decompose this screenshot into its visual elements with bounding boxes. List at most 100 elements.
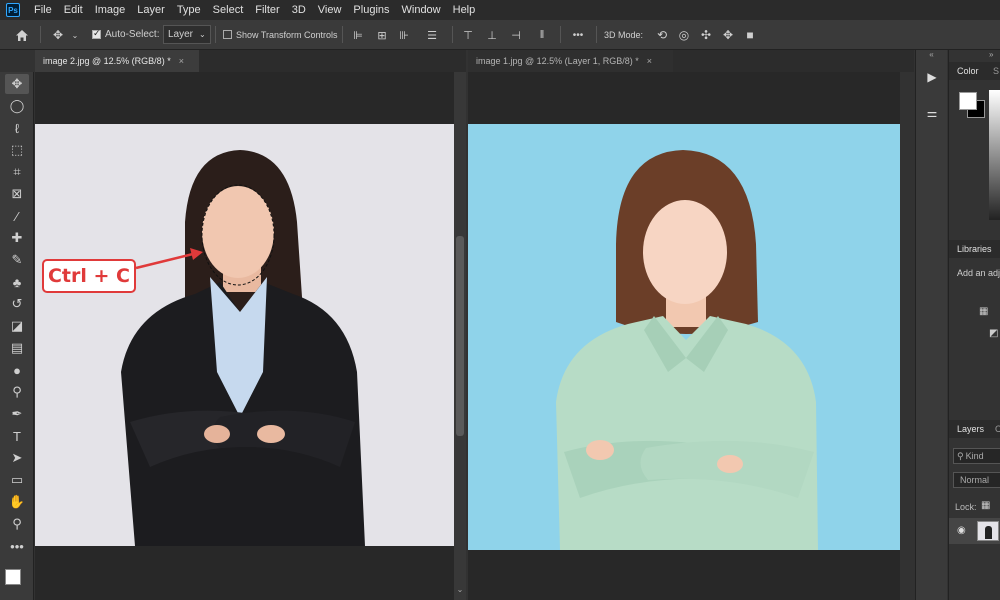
menu-help[interactable]: Help [447, 0, 482, 20]
doc1-tab-row: image 2.jpg @ 12.5% (RGB/8) * × [35, 50, 466, 72]
quick-selection-tool-icon[interactable]: ⬚ [5, 140, 29, 160]
tab-libraries[interactable]: Libraries [957, 244, 992, 254]
tab-image-2[interactable]: image 2.jpg @ 12.5% (RGB/8) * × [35, 50, 199, 72]
blur-tool-icon[interactable]: ● [5, 360, 29, 380]
align-top-icon[interactable]: ⊤ [460, 26, 476, 44]
face-shape [202, 186, 274, 278]
tab-title: image 1.jpg @ 12.5% (Layer 1, RGB/8) * [476, 56, 639, 66]
align-right-icon[interactable]: ⊪ [396, 26, 412, 44]
distribute-icon[interactable]: ☰ [424, 26, 440, 44]
blend-mode-dropdown[interactable]: Normal [953, 472, 1000, 488]
adjustment-levels-icon[interactable]: ▦ [979, 306, 993, 318]
tab-image-1[interactable]: image 1.jpg @ 12.5% (Layer 1, RGB/8) * × [468, 50, 673, 72]
clone-stamp-tool-icon[interactable]: ♣ [5, 272, 29, 292]
align-center-icon[interactable]: ⊞ [374, 26, 390, 44]
kind-placeholder: Kind [965, 451, 984, 461]
healing-brush-tool-icon[interactable]: ✚ [5, 228, 29, 248]
type-tool-icon[interactable]: T [5, 426, 29, 446]
3d-orbit-icon[interactable]: ⟲ [653, 26, 671, 44]
gradient-tool-icon[interactable]: ▤ [5, 338, 29, 358]
collapse-panels-icon[interactable]: » [989, 50, 1000, 62]
dodge-tool-icon[interactable]: ⚲ [5, 382, 29, 402]
distribute-vertical-icon[interactable]: ‖ [534, 26, 550, 44]
menu-file[interactable]: File [28, 0, 58, 20]
menu-plugins[interactable]: Plugins [347, 0, 395, 20]
auto-select-target-dropdown[interactable]: Layer ⌄ [163, 25, 211, 44]
3d-roll-icon[interactable]: ◎ [675, 26, 693, 44]
lasso-tool-icon[interactable]: ℓ [5, 118, 29, 138]
show-transform-controls-checkbox[interactable]: Show Transform Controls [223, 20, 338, 49]
scrollbar-thumb[interactable] [456, 236, 464, 436]
menu-filter[interactable]: Filter [249, 0, 285, 20]
collapse-panels-icon[interactable]: « [916, 50, 947, 62]
move-tool-icon[interactable]: ✥ [48, 26, 68, 44]
rectangle-tool-icon[interactable]: ▭ [5, 470, 29, 490]
menu-bar: Ps File Edit Image Layer Type Select Fil… [0, 0, 1000, 20]
menu-image[interactable]: Image [89, 0, 132, 20]
close-icon[interactable]: × [647, 56, 652, 66]
tab-color[interactable]: Color [957, 66, 979, 76]
shirt-shape [556, 316, 818, 550]
menu-layer[interactable]: Layer [131, 0, 171, 20]
move-tool-icon[interactable]: ✥ [5, 74, 29, 94]
lock-transparency-icon[interactable]: ▦ [981, 500, 993, 512]
adjustment-curves-icon[interactable]: ◩ [989, 328, 1000, 340]
home-icon[interactable] [12, 26, 32, 44]
history-brush-tool-icon[interactable]: ↺ [5, 294, 29, 314]
auto-select-checkbox[interactable]: Auto-Select: [92, 20, 159, 49]
mode-3d-label: 3D Mode: [604, 29, 644, 40]
crop-tool-icon[interactable]: ⌗ [5, 162, 29, 182]
more-options-icon[interactable]: ••• [568, 26, 588, 44]
3d-camera-icon[interactable]: ■ [741, 26, 759, 44]
3d-slide-icon[interactable]: ✥ [719, 26, 737, 44]
menu-view[interactable]: View [312, 0, 348, 20]
frame-tool-icon[interactable]: ⊠ [5, 184, 29, 204]
color-gradient-strip[interactable] [989, 90, 1000, 220]
align-left-icon[interactable]: ⊫ [350, 26, 366, 44]
tab-layers[interactable]: Layers [957, 424, 984, 434]
doc1-canvas[interactable] [35, 72, 454, 600]
checkbox-unchecked-icon [223, 30, 232, 39]
tab-title: image 2.jpg @ 12.5% (RGB/8) * [43, 56, 171, 66]
lock-label: Lock: [955, 502, 977, 512]
path-selection-tool-icon[interactable]: ➤ [5, 448, 29, 468]
menu-edit[interactable]: Edit [58, 0, 89, 20]
doc1-vertical-scrollbar[interactable]: ⌄ [454, 72, 466, 600]
eraser-tool-icon[interactable]: ◪ [5, 316, 29, 336]
adjustments-sliders-icon[interactable]: ⚌ [922, 102, 942, 124]
menu-type[interactable]: Type [171, 0, 207, 20]
elliptical-marquee-tool-icon[interactable]: ◯ [5, 96, 29, 116]
menu-select[interactable]: Select [207, 0, 250, 20]
adjustments-hint: Add an adju [957, 268, 1000, 278]
align-bottom-icon[interactable]: ⊣ [508, 26, 524, 44]
brush-tool-icon[interactable]: ✎ [5, 250, 29, 270]
zoom-tool-icon[interactable]: ⚲ [5, 514, 29, 534]
tools-panel: ✥ ◯ ℓ ⬚ ⌗ ⊠ ⁄ ✚ ✎ ♣ ↺ ◪ ▤ ● ⚲ ✒ T ➤ ▭ ✋ … [0, 72, 34, 600]
auto-select-label: Auto-Select: [105, 29, 160, 40]
doc2-workspace [468, 72, 900, 600]
hand-shape [586, 440, 614, 460]
checkbox-checked-icon [92, 28, 101, 39]
foreground-color-swatch[interactable] [959, 92, 977, 110]
pen-tool-icon[interactable]: ✒ [5, 404, 29, 424]
close-icon[interactable]: × [179, 56, 184, 66]
eyedropper-tool-icon[interactable]: ⁄ [5, 206, 29, 226]
more-tools-icon[interactable]: ••• [5, 536, 29, 556]
scroll-down-icon[interactable]: ⌄ [456, 585, 464, 597]
3d-pan-icon[interactable]: ✣ [697, 26, 715, 44]
doc2-canvas[interactable] [468, 72, 900, 600]
tab-channels[interactable]: C [995, 424, 1000, 434]
show-transform-label: Show Transform Controls [236, 29, 338, 40]
menu-window[interactable]: Window [396, 0, 447, 20]
foreground-color-swatch[interactable] [5, 569, 21, 585]
play-actions-icon[interactable]: ▶ [922, 66, 942, 88]
layer-kind-filter[interactable]: ⚲ Kind [953, 448, 1000, 464]
hand-tool-icon[interactable]: ✋ [5, 492, 29, 512]
align-middle-icon[interactable]: ⊥ [484, 26, 500, 44]
hand-shape [257, 425, 285, 443]
eye-visibility-icon[interactable]: ◉ [957, 525, 966, 536]
menu-3d[interactable]: 3D [286, 0, 312, 20]
chevron-down-icon[interactable]: ⌄ [70, 27, 80, 43]
layer-row[interactable]: ◉ [949, 518, 1000, 544]
tab-swatches[interactable]: S [993, 66, 999, 76]
